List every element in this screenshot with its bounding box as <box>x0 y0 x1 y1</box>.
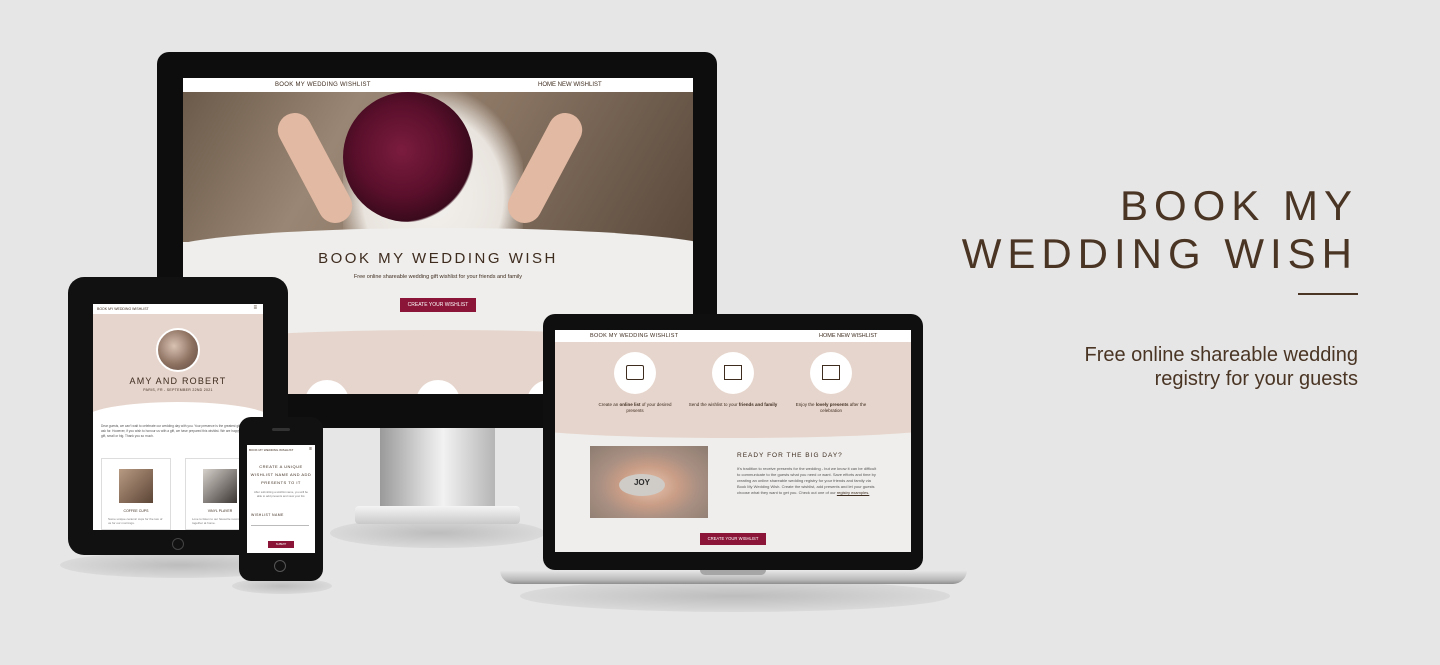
laptop-nav-links[interactable]: HOME NEW WISHLIST <box>819 333 877 339</box>
tablet-navbar: BOOK MY WEDDING WISHLIST ≡ <box>93 304 263 314</box>
gift-icon <box>810 352 852 394</box>
laptop-screen: BOOK MY WEDDING WISHLIST HOME NEW WISHLI… <box>555 330 911 552</box>
step-bold: online list <box>619 402 641 407</box>
hero-subtitle-line2: registry for your guests <box>1154 368 1358 390</box>
gift-card-label: COFFEE CUPS <box>123 509 149 513</box>
registry-examples-link[interactable]: registry examples. <box>837 490 869 495</box>
desktop-nav-brand[interactable]: BOOK MY WEDDING WISHLIST <box>275 82 371 88</box>
step-bold: friends and family <box>738 402 778 407</box>
monitor-stand-neck <box>380 428 495 510</box>
gift-card[interactable]: COFFEE CUPS Some unique ceramic cups for… <box>101 458 171 530</box>
hero-title-line1: BOOK MY <box>1119 182 1358 229</box>
phone-navbar: BOOK MY WEDDING WISHLIST ≡ <box>247 445 315 453</box>
submit-button[interactable]: SUBMIT <box>268 541 294 548</box>
laptop-create-wishlist-button[interactable]: CREATE YOUR WISHLIST <box>700 533 766 545</box>
couple-names: AMY AND ROBERT <box>129 376 227 386</box>
desktop-nav-links[interactable]: HOME NEW WISHLIST <box>538 82 602 88</box>
coffee-cups-image <box>119 469 153 503</box>
hero-title: BOOK MY WEDDING WISH <box>918 182 1358 278</box>
step-text: Send the wishlist to your <box>688 402 739 407</box>
ready-heading: READY FOR THE BIG DAY? <box>737 452 843 459</box>
gift-card-desc: Some unique ceramic cups for the two of … <box>108 517 163 525</box>
phone-heading: CREATE A UNIQUE WISHLIST NAME AND ADD PR… <box>250 464 312 485</box>
tablet-wave-divider <box>93 402 263 424</box>
hero-divider <box>1298 293 1358 295</box>
phone-speaker <box>272 428 290 431</box>
desktop-navbar: BOOK MY WEDDING WISHLIST HOME NEW WISHLI… <box>183 78 693 92</box>
ready-body-text: It's tradition to receive presents for t… <box>737 466 879 496</box>
hamburger-menu-icon[interactable]: ≡ <box>309 446 312 452</box>
step-send-wishlist: Send the wishlist to your friends and fa… <box>688 402 778 408</box>
tablet-home-button <box>172 538 184 550</box>
desktop-page-title: BOOK MY WEDDING WISH <box>318 250 558 267</box>
bouquet-image <box>343 92 473 222</box>
wedding-location-date: PARIS, FR - SEPTEMBER 22ND 2021 <box>143 388 213 392</box>
phone-nav-brand[interactable]: BOOK MY WEDDING WISHLIST <box>249 448 293 452</box>
hamburger-menu-icon[interactable]: ≡ <box>253 305 257 311</box>
vinyl-player-image <box>203 469 237 503</box>
phone-home-button <box>274 560 286 572</box>
hero-title-line2: WEDDING WISH <box>961 230 1358 277</box>
step-create-list: Create an online list of your desired pr… <box>590 402 680 414</box>
step-text: Enjoy the <box>795 402 816 407</box>
wishlist-name-input[interactable] <box>251 521 309 526</box>
laptop-nav-brand[interactable]: BOOK MY WEDDING WISHLIST <box>590 333 678 339</box>
joy-stone-text: JOY <box>633 478 650 487</box>
step-enjoy-presents: Enjoy the lovely presents after the cele… <box>786 402 876 414</box>
guest-message: Dear guests, we can't wait to celebrate … <box>101 424 255 438</box>
laptop-navbar: BOOK MY WEDDING WISHLIST HOME NEW WISHLI… <box>555 330 911 342</box>
laptop-notch <box>700 570 766 575</box>
tablet-screen: BOOK MY WEDDING WISHLIST ≡ AMY AND ROBER… <box>93 304 263 530</box>
step-bold: lovely presents <box>815 402 849 407</box>
hero-subtitle: Free online shareable wedding registry f… <box>998 343 1358 391</box>
list-icon <box>614 352 656 394</box>
desktop-create-wishlist-button[interactable]: CREATE YOUR WISHLIST <box>400 298 476 312</box>
monitor-stand-base <box>355 506 520 524</box>
laptop-shadow <box>520 580 950 612</box>
phone-screen: BOOK MY WEDDING WISHLIST ≡ CREATE A UNIQ… <box>247 445 315 553</box>
envelope-icon <box>712 352 754 394</box>
wishlist-name-label: WISHLIST NAME <box>251 513 284 517</box>
couple-avatar <box>156 328 200 372</box>
step-text: Create an <box>598 402 620 407</box>
phone-instructions: After submitting a wishlist name, you wi… <box>254 490 308 498</box>
hero-subtitle-line1: Free online shareable wedding <box>1084 344 1358 366</box>
tablet-nav-brand[interactable]: BOOK MY WEDDING WISHLIST <box>97 307 149 311</box>
